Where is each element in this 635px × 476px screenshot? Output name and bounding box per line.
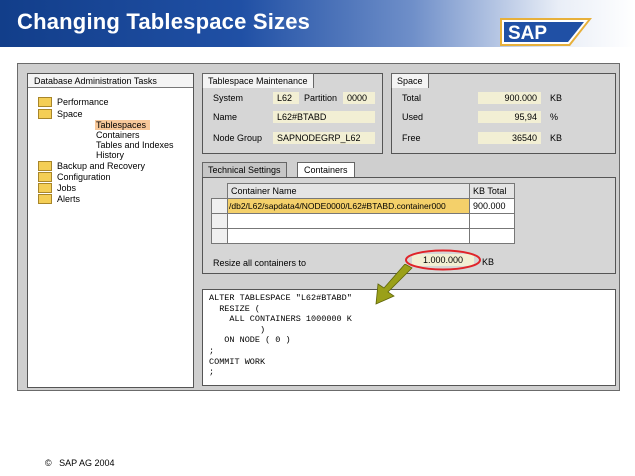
space-panel: Space Total 900.000 KB Used 95,94 % Free… (391, 73, 616, 154)
space-panel-title: Space (391, 73, 429, 88)
tree-item-label: Containers (96, 130, 140, 140)
folder-icon (38, 171, 52, 182)
table-row[interactable] (211, 213, 515, 229)
resize-label: Resize all containers to (213, 258, 307, 268)
total-label: Total (402, 93, 422, 103)
container-name-cell[interactable] (227, 228, 470, 244)
tree-item-label: Jobs (57, 183, 77, 193)
row-selector[interactable] (211, 228, 228, 244)
tasks-panel-title: Database Administration Tasks (34, 76, 157, 86)
arrow-icon (375, 264, 413, 305)
table-header-row: Container Name KB Total (211, 183, 515, 199)
total-unit: KB (550, 93, 563, 103)
partition-label: Partition (304, 93, 338, 103)
sql-line: ) (209, 324, 266, 335)
tree-item-label: Space (57, 109, 83, 119)
free-label: Free (402, 133, 421, 143)
table-row[interactable] (211, 228, 515, 244)
dba-window: Database Administration Tasks Performanc… (17, 63, 620, 391)
system-field: L62 (273, 92, 299, 104)
free-field: 36540 (478, 132, 541, 144)
node-group-field: SAPNODEGRP_L62 (273, 132, 375, 144)
tasks-panel: Database Administration Tasks Performanc… (27, 73, 194, 388)
tab-containers[interactable]: Containers (297, 162, 355, 177)
container-name-cell[interactable]: /db2/L62/sapdata4/NODE0000/L62#BTABD.con… (227, 198, 470, 214)
tree-item-label: Configuration (57, 172, 111, 182)
row-selector-header (211, 183, 228, 199)
container-name-cell[interactable] (227, 213, 470, 229)
containers-panel: Container Name KB Total /db2/L62/sapdata… (202, 177, 616, 274)
tree-item-label: Alerts (57, 194, 81, 204)
sql-line: COMMIT WORK (209, 356, 266, 367)
total-field: 900.000 (478, 92, 541, 104)
free-unit: KB (550, 133, 563, 143)
column-header-container-name[interactable]: Container Name (227, 183, 470, 199)
tree-item-space[interactable]: Space (38, 108, 83, 120)
table-row[interactable]: /db2/L62/sapdata4/NODE0000/L62#BTABD.con… (211, 198, 515, 214)
kb-total-cell[interactable] (469, 213, 515, 229)
sql-line: ; (209, 367, 215, 378)
column-header-kb-total[interactable]: KB Total (469, 183, 515, 199)
sql-statement: ALTER TABLESPACE "L62#BTABD" RESIZE ( AL… (209, 293, 352, 378)
name-field: L62#BTABD (273, 111, 375, 123)
sap-logo: SAP (500, 18, 592, 46)
tree-item-configuration[interactable]: Configuration (38, 171, 111, 183)
tree-item-label: Backup and Recovery (57, 161, 146, 171)
partition-field: 0000 (343, 92, 375, 104)
name-label: Name (213, 112, 238, 122)
node-group-label: Node Group (213, 133, 263, 143)
used-label: Used (402, 112, 424, 122)
tree-item-tablespaces[interactable]: Tablespaces (95, 120, 151, 130)
tree-item-jobs[interactable]: Jobs (38, 182, 77, 194)
folder-icon (38, 96, 52, 107)
tree-item-label: Performance (57, 97, 109, 107)
folder-icon (38, 108, 52, 119)
containers-table: Container Name KB Total /db2/L62/sapdata… (211, 183, 515, 244)
folder-icon (38, 193, 52, 204)
folder-icon (38, 160, 52, 171)
used-unit: % (550, 112, 559, 122)
tree-item-history[interactable]: History (96, 150, 124, 160)
sql-line: ALTER TABLESPACE "L62#BTABD" (209, 293, 352, 303)
sql-line: ALL CONTAINERS 1000000 K (209, 314, 352, 325)
tree-item-label: Tablespaces (96, 120, 147, 130)
title-banner: Changing Tablespace Sizes SAP (0, 0, 635, 47)
tree-item-label: Tables and Indexes (96, 140, 174, 150)
kb-total-cell[interactable] (469, 228, 515, 244)
used-field: 95,94 (478, 111, 541, 123)
tablespace-maintenance-panel: Tablespace Maintenance System L62 Partit… (202, 73, 383, 154)
tree-item-performance[interactable]: Performance (38, 96, 109, 108)
copyright: © SAP AG 2004 (45, 458, 115, 468)
tree-item-containers[interactable]: Containers (96, 130, 140, 140)
row-selector[interactable] (211, 198, 228, 214)
sql-line: RESIZE ( (209, 303, 261, 314)
tablespace-maintenance-title: Tablespace Maintenance (202, 73, 314, 88)
copyright-text: SAP AG 2004 (59, 458, 115, 468)
folder-icon (38, 182, 52, 193)
kb-total-cell[interactable]: 900.000 (469, 198, 515, 214)
sql-line: ON NODE ( 0 ) (209, 335, 291, 346)
system-label: System (213, 93, 244, 103)
resize-unit: KB (482, 257, 495, 267)
tree-item-backup-and-recovery[interactable]: Backup and Recovery (38, 160, 146, 172)
tab-technical-settings[interactable]: Technical Settings (202, 162, 287, 178)
tree-item-tables-and-indexes[interactable]: Tables and Indexes (96, 140, 174, 150)
sap-logo-text: SAP (508, 23, 547, 44)
sql-line: ; (209, 345, 215, 356)
copyright-symbol: © (45, 458, 52, 468)
tree-item-label: History (96, 150, 125, 160)
row-selector[interactable] (211, 213, 228, 229)
slide-title: Changing Tablespace Sizes (17, 9, 311, 34)
tree-item-alerts[interactable]: Alerts (38, 193, 81, 205)
